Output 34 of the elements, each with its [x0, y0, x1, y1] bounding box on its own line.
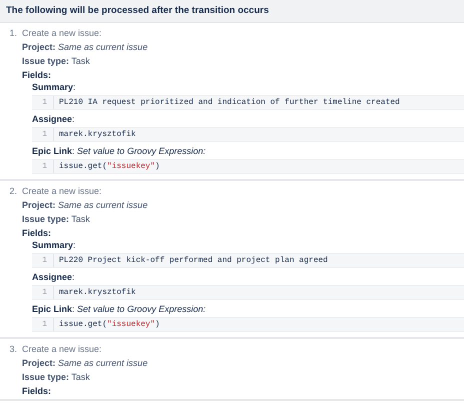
section-header: The following will be processed after the transition occurs [0, 0, 464, 23]
field-label: Summary: [32, 240, 76, 250]
property-text: Project: Same as current issue [22, 358, 148, 368]
code-line: marek.krysztofik [58, 130, 136, 139]
field-label: Summary: [32, 82, 76, 92]
property-text: Issue type: Task [22, 214, 90, 224]
code-line: PL220 Project kick-off performed and project plan agreed [58, 256, 328, 265]
property-text: Project: Same as current issue [22, 42, 148, 52]
code-line: marek.krysztofik [58, 288, 136, 297]
list-number: 1. [8, 28, 18, 38]
field-label: Assignee: [32, 272, 75, 282]
field-label: Epic Link: Set value to Groovy Expression: [32, 304, 206, 314]
code-line: PL210 IA request prioritized and indication of further timeline created [58, 98, 400, 107]
line-number: 1 [32, 318, 54, 331]
property-text: Issue type: Task [22, 372, 90, 382]
action-title: Create a new issue: [22, 28, 102, 38]
fields-label: Fields: [22, 386, 52, 396]
line-number: 1 [32, 160, 54, 173]
action-title: Create a new issue: [22, 344, 102, 354]
code-line: issue.get("issuekey") [58, 320, 160, 329]
fields-label: Fields: [22, 228, 52, 238]
fields-label: Fields: [22, 70, 52, 80]
line-number: 1 [32, 128, 54, 141]
field-label: Epic Link: Set value to Groovy Expression: [32, 146, 206, 156]
action-title: Create a new issue: [22, 186, 102, 196]
line-number: 1 [32, 96, 54, 109]
property-text: Project: Same as current issue [22, 200, 148, 210]
list-number: 2. [8, 186, 18, 196]
field-label: Assignee: [32, 114, 75, 124]
line-number: 1 [32, 254, 54, 267]
list-number: 3. [8, 344, 18, 354]
code-line: issue.get("issuekey") [58, 162, 160, 171]
line-number: 1 [32, 286, 54, 299]
property-text: Issue type: Task [22, 56, 90, 66]
